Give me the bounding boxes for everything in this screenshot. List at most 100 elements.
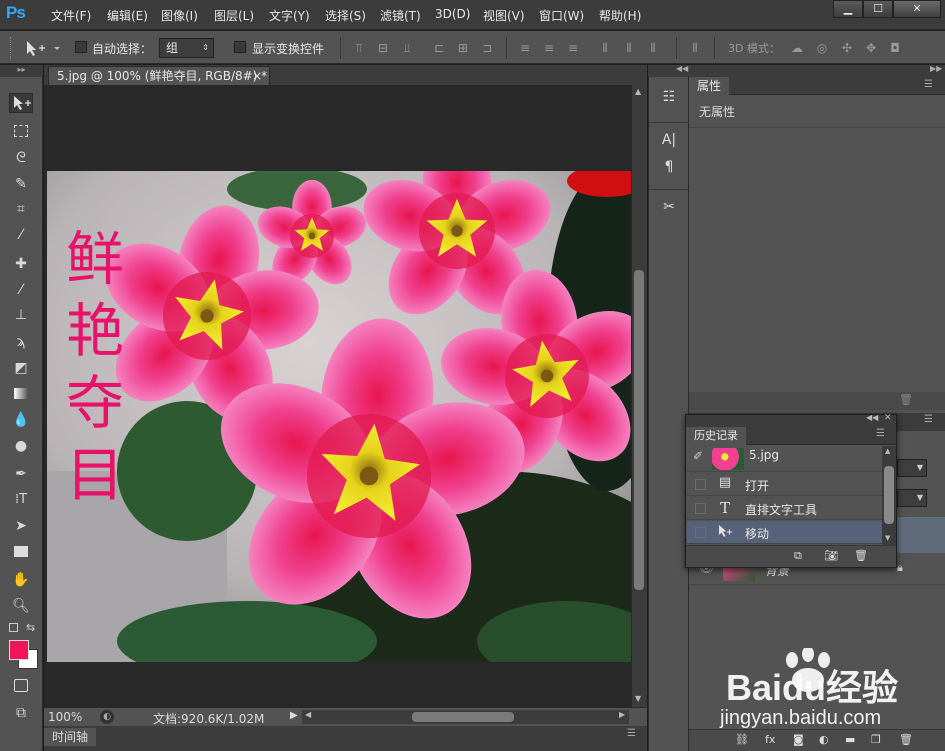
auto-select-checkbox[interactable]	[75, 41, 87, 53]
scroll-up-icon[interactable]: ▲	[885, 447, 890, 455]
3d-slide-icon[interactable]: ✥	[864, 41, 878, 55]
default-colors-icon[interactable]	[9, 623, 18, 632]
quick-selection-tool-icon[interactable]: ✎	[9, 174, 33, 194]
swap-colors-icon[interactable]: ⇆	[26, 621, 35, 634]
menu-help[interactable]: 帮助(H)	[599, 7, 641, 24]
menu-view[interactable]: 视图(V)	[483, 7, 525, 24]
expand-panels-icon[interactable]: ◀◀	[676, 64, 688, 73]
collapse-panel-icon[interactable]: ◀◀	[866, 413, 878, 422]
menu-type[interactable]: 文字(Y)	[269, 7, 310, 24]
3d-roll-icon[interactable]: ◎	[815, 41, 829, 55]
screen-mode-icon[interactable]: ⧉	[9, 703, 33, 723]
scroll-down-icon[interactable]: ▼	[885, 534, 890, 542]
opacity-dropdown[interactable]: ▼	[897, 459, 927, 477]
new-layer-icon[interactable]: ❐	[871, 733, 881, 746]
move-tool-preset-icon[interactable]	[24, 39, 64, 57]
align-vcenter-icon[interactable]: ⊟	[376, 41, 390, 55]
clone-stamp-tool-icon[interactable]: ⊥	[9, 305, 33, 325]
history-item-active[interactable]: 移动	[687, 521, 882, 544]
collapse-panels-icon[interactable]: ▶▶	[930, 64, 942, 73]
eyedropper-tool-icon[interactable]: ⁄	[9, 225, 33, 245]
tool-presets-icon[interactable]: ✂	[657, 199, 681, 221]
history-scrollbar-thumb[interactable]	[884, 466, 894, 524]
status-menu-arrow-icon[interactable]: ▶	[290, 710, 298, 721]
panel-menu-icon[interactable]: ☰	[876, 428, 885, 439]
eraser-tool-icon[interactable]: ◩	[9, 358, 33, 378]
panel-menu-icon[interactable]: ☰	[924, 414, 933, 425]
distribute-bottom-icon[interactable]: ≡	[566, 41, 580, 55]
scroll-right-icon[interactable]: ▶	[619, 710, 625, 719]
auto-select-dropdown[interactable]: 组 ⇕	[159, 38, 214, 58]
menu-select[interactable]: 选择(S)	[325, 7, 366, 24]
hand-tool-icon[interactable]: ✋	[9, 570, 33, 590]
blur-tool-icon[interactable]: 💧	[9, 410, 33, 430]
history-brush-source-icon[interactable]: ✐	[693, 449, 703, 463]
quick-mask-icon[interactable]	[9, 676, 33, 696]
paragraph-panel-icon[interactable]: ¶	[657, 159, 681, 181]
collapse-icon[interactable]: ▸▸	[0, 65, 43, 77]
menu-image[interactable]: 图像(I)	[161, 7, 198, 24]
hscrollbar-thumb[interactable]	[412, 712, 514, 722]
properties-tab[interactable]: 属性	[689, 77, 730, 95]
3d-scale-icon[interactable]: ◘	[888, 41, 902, 55]
scroll-down-icon[interactable]: ▼	[635, 694, 641, 703]
trash-icon[interactable]: 🗑︎	[899, 393, 913, 406]
zoom-tool-icon[interactable]: 🔍︎	[9, 596, 33, 616]
camera-snapshot-icon[interactable]: 📷︎	[824, 549, 838, 562]
pen-tool-icon[interactable]: ✒	[9, 464, 33, 484]
path-selection-tool-icon[interactable]: ➤	[9, 516, 33, 536]
menu-window[interactable]: 窗口(W)	[539, 7, 584, 24]
fill-dropdown[interactable]: ▼	[897, 489, 927, 507]
zoom-level[interactable]: 100%	[48, 710, 82, 724]
distribute-left-icon[interactable]: ⦀	[598, 41, 612, 55]
distribute-hcenter-icon[interactable]: ⦀	[622, 41, 636, 55]
history-brush-checkbox[interactable]	[695, 479, 706, 490]
panel-menu-icon[interactable]: ☰	[924, 79, 933, 90]
document-tab[interactable]: 5.jpg @ 100% (鲜艳夺目, RGB/8#) * ×	[48, 66, 270, 85]
new-document-from-state-icon[interactable]: ⧉	[794, 549, 802, 563]
adjustment-layer-icon[interactable]: ◐	[819, 733, 829, 746]
maximize-button[interactable]: ☐	[863, 0, 893, 18]
history-item[interactable]: T 直排文字工具	[687, 497, 882, 520]
lasso-tool-icon[interactable]: ᘓ	[9, 148, 33, 168]
delete-state-icon[interactable]: 🗑︎	[854, 549, 868, 562]
distribute-right-icon[interactable]: ⦀	[646, 41, 660, 55]
minimize-button[interactable]: ▁	[833, 0, 863, 18]
distribute-vcenter-icon[interactable]: ≡	[542, 41, 556, 55]
menu-3d[interactable]: 3D(D)	[435, 7, 470, 21]
move-tool-icon[interactable]	[9, 93, 33, 113]
history-scrollbar[interactable]: ▲ ▼	[882, 446, 896, 545]
history-brush-checkbox[interactable]	[695, 527, 706, 538]
link-layers-icon[interactable]: ⛓	[735, 733, 749, 746]
vertical-scrollbar[interactable]: ▲ ▼	[632, 85, 647, 707]
character-panel-icon[interactable]: A|	[657, 132, 681, 154]
scrollbar-thumb[interactable]	[634, 270, 644, 590]
marquee-tool-icon[interactable]	[9, 121, 33, 141]
distribute-top-icon[interactable]: ≡	[518, 41, 532, 55]
menu-filter[interactable]: 滤镜(T)	[380, 7, 421, 24]
vertical-type-layer[interactable]: 鲜 艳 夺 目	[55, 223, 135, 511]
close-tab-icon[interactable]: ×	[252, 67, 262, 85]
type-tool-icon[interactable]: ⁞T	[9, 490, 33, 510]
scroll-up-icon[interactable]: ▲	[635, 87, 641, 96]
gradient-tool-icon[interactable]	[9, 384, 33, 404]
brush-tool-icon[interactable]: ⁄	[9, 280, 33, 300]
history-drag-bar[interactable]: ◀◀ ✕	[686, 413, 896, 427]
align-top-icon[interactable]: ⫪	[352, 41, 366, 55]
scroll-left-icon[interactable]: ◀	[305, 710, 311, 719]
close-window-button[interactable]: ✕	[893, 0, 941, 18]
align-right-icon[interactable]: ⊐	[480, 41, 494, 55]
delete-layer-icon[interactable]: 🗑︎	[899, 733, 913, 746]
align-bottom-icon[interactable]: ⫫	[400, 41, 414, 55]
foreground-color-swatch[interactable]	[9, 640, 29, 660]
history-snapshot-row[interactable]: ✐ 5.jpg	[687, 446, 882, 472]
align-left-icon[interactable]: ⊏	[432, 41, 446, 55]
document-canvas[interactable]: 鲜 艳 夺 目	[47, 171, 631, 662]
3d-drag-icon[interactable]: ✣	[840, 41, 854, 55]
dodge-tool-icon[interactable]: ●	[9, 436, 33, 456]
menu-file[interactable]: 文件(F)	[51, 7, 91, 24]
auto-align-icon[interactable]: ⫴	[688, 41, 702, 55]
horizontal-scrollbar[interactable]: ◀ ▶	[302, 710, 629, 724]
history-brush-tool-icon[interactable]: ϡ	[9, 332, 33, 352]
history-tab[interactable]: 历史记录	[686, 427, 746, 445]
